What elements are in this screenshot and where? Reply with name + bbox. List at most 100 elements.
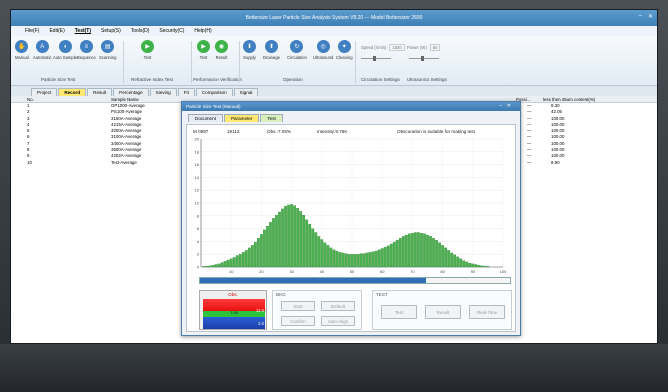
tab-sieving[interactable]: Sieving <box>149 88 177 96</box>
row-number: 5 <box>27 128 30 134</box>
sequence-button[interactable]: ≡ Sequence <box>77 40 96 60</box>
real-time-button[interactable]: Real-Time <box>469 305 505 319</box>
signal-chart-svg: 0 2 4 6 8 10 12 14 16 18 20 10 20 30 40 50 60 70 80 90 100 <box>195 137 508 275</box>
data-bar <box>453 254 457 268</box>
data-bar <box>456 256 460 268</box>
ribbon-separator <box>123 41 124 83</box>
ultrasound-button[interactable]: ◎ Ultrasound <box>313 40 333 60</box>
row-separator-dash: — <box>527 128 532 134</box>
data-bar <box>278 211 281 268</box>
auto-sampler-button[interactable]: ◐ Auto Sampler <box>53 40 78 60</box>
cleaning-button[interactable]: ✦ Cleaning <box>336 40 353 60</box>
data-bar <box>338 252 342 268</box>
window-title: Bettersize Laser Particle Size Analysis … <box>245 15 423 21</box>
speed-slider[interactable] <box>361 56 391 61</box>
y-tick-label: 16 <box>195 162 200 167</box>
menu-setup[interactable]: Setup(S) <box>101 28 121 34</box>
data-bar <box>296 208 300 268</box>
power-control: Power (W) 60 <box>407 44 441 51</box>
menu-test[interactable]: Test(T) <box>75 28 91 34</box>
automatic-button[interactable]: A Automatic <box>33 40 52 60</box>
bkg-confirm-button[interactable]: Confirm <box>281 316 315 326</box>
col-no[interactable]: No. <box>27 97 34 102</box>
data-bar <box>208 265 212 268</box>
menu-tools[interactable]: Tools(D) <box>131 28 150 34</box>
data-bar <box>426 234 429 268</box>
group-ultrasonics-settings: Ultrasonics Settings <box>407 77 447 82</box>
data-tabs: Project Record Result Percentage Sieving… <box>11 86 657 96</box>
row-sample-name: PS100-Average <box>111 109 142 115</box>
tab-parameter[interactable]: Parameter <box>223 114 260 122</box>
close-icon[interactable]: ✕ <box>648 13 653 20</box>
supply-icon: ⬇ <box>243 40 256 53</box>
menu-file[interactable]: File(F) <box>25 28 39 34</box>
row-sample-name: GP1000-Average <box>111 103 145 108</box>
data-bar <box>480 265 484 268</box>
bkg-auto-align-button[interactable]: Auto-Align <box>321 316 355 326</box>
data-bar <box>362 253 366 268</box>
supply-button[interactable]: ⬇ Supply <box>243 40 256 60</box>
data-bar <box>459 258 463 268</box>
speed-value[interactable]: 1820 <box>389 44 405 51</box>
power-value[interactable]: 60 <box>429 44 441 51</box>
data-bar <box>299 211 303 268</box>
drainage-button[interactable]: ⬆ Drainage <box>263 40 280 60</box>
scanning-button[interactable]: ▤ Scanning <box>99 40 116 60</box>
drain-icon: ⬆ <box>265 40 278 53</box>
obs-lower-value: 2.0 <box>258 321 264 326</box>
data-bar <box>383 247 387 268</box>
ri-test-button[interactable]: ▶ Test <box>141 40 154 60</box>
col-less-45um[interactable]: less then 45um content(%) <box>543 97 595 102</box>
data-bar <box>202 266 206 268</box>
tab-document[interactable]: Document <box>188 114 223 122</box>
group-performance-verification: Performance Verification <box>193 77 243 82</box>
data-bar <box>287 204 290 268</box>
bkg-default-button[interactable]: Default <box>321 301 355 311</box>
tab-result[interactable]: Result <box>87 88 113 96</box>
pv-test-button[interactable]: ▶ Test <box>197 40 210 60</box>
tab-project[interactable]: Project <box>31 88 58 96</box>
dialog-window-controls[interactable]: –✕ <box>499 103 516 109</box>
tab-fit[interactable]: Fit <box>177 88 195 96</box>
progress-bar <box>199 277 511 284</box>
minimize-icon[interactable]: – <box>639 13 642 20</box>
data-bar <box>444 247 448 268</box>
menu-help[interactable]: Help(H) <box>194 28 211 34</box>
row-less-45um-value: 100.00 <box>551 128 565 134</box>
manual-button[interactable]: ✋ Manual <box>15 40 29 60</box>
data-bar <box>374 250 378 268</box>
data-bar <box>281 208 284 268</box>
data-bar <box>468 263 472 268</box>
menu-security[interactable]: Security(C) <box>159 28 184 34</box>
data-bar <box>241 252 245 268</box>
row-separator-dash: — <box>527 147 532 153</box>
y-tick-label: 4 <box>197 239 200 244</box>
row-less-45um-value: 100.00 <box>551 121 565 127</box>
col-sample-name[interactable]: Sample Name <box>111 97 139 102</box>
power-slider[interactable] <box>409 56 439 61</box>
data-bar <box>353 254 357 268</box>
row-separator-dash: — <box>527 159 532 165</box>
data-bar <box>438 242 441 268</box>
test-button[interactable]: Test <box>381 305 417 319</box>
tab-comparison[interactable]: Comparison <box>195 88 233 96</box>
result-button[interactable]: Result <box>425 305 461 319</box>
data-bar <box>380 248 384 268</box>
row-sample-name: Test-Average <box>111 159 137 165</box>
pv-result-button[interactable]: ◉ Result <box>215 40 228 60</box>
tab-test[interactable]: Test <box>260 114 283 122</box>
circulation-button[interactable]: ↻ Circulation <box>287 40 307 60</box>
hand-icon: ✋ <box>15 40 29 53</box>
menu-edit[interactable]: Edit(E) <box>49 28 64 34</box>
tab-percentage[interactable]: Percentage <box>113 88 149 96</box>
speed-control: Speed (r/min) 1820 <box>361 44 405 51</box>
data-bar <box>205 265 209 268</box>
data-bar <box>395 240 399 268</box>
data-bar <box>483 265 487 268</box>
ribbon-separator <box>355 41 356 83</box>
tab-signal[interactable]: Signal <box>233 88 259 96</box>
tab-record[interactable]: Record <box>58 88 87 96</box>
power-label: Power (W) <box>407 45 427 50</box>
bkg-start-button[interactable]: Start <box>281 301 315 311</box>
row-separator-dash: — <box>527 140 532 146</box>
